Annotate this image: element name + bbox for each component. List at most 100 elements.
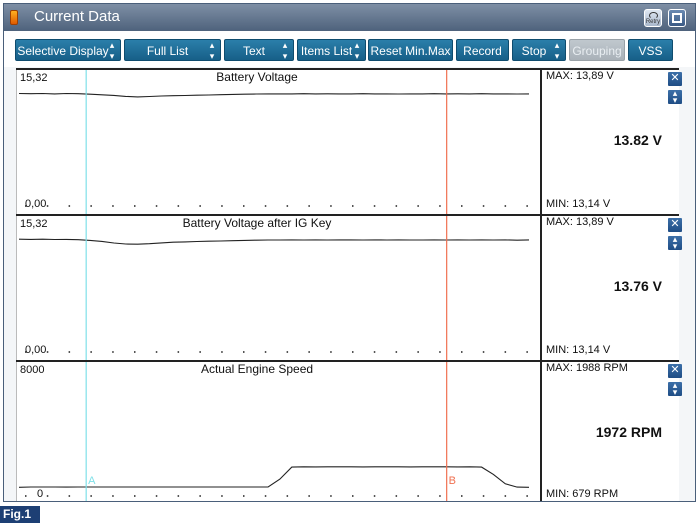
axis-tick (352, 495, 354, 497)
max-value: MAX: 13,89 V (546, 70, 614, 82)
axis-tick (352, 205, 354, 207)
refresh-icon (649, 12, 658, 19)
axis-tick (373, 205, 376, 207)
full-list-button[interactable]: Full List ▴ ▾ (124, 39, 221, 61)
axis-tick (177, 495, 180, 497)
axis-tick (286, 205, 289, 207)
axis-tick (461, 351, 463, 353)
series-name: Battery Voltage after IG Key (183, 216, 332, 230)
stats-panel: MAX: 13,89 V 13.76 V MIN: 13,14 V (540, 216, 665, 360)
axis-tick (482, 351, 485, 353)
reset-min-max-button[interactable]: Reset Min.Max (368, 39, 453, 61)
axis-tick (373, 495, 376, 497)
axis-tick (264, 351, 267, 353)
axis-tick (308, 205, 310, 207)
stats-panel: MAX: 13,89 V 13.82 V MIN: 13,14 V (540, 70, 665, 214)
y-max-label: 8000 (20, 364, 44, 376)
window-title: Current Data (34, 8, 120, 25)
axis-tick (46, 205, 49, 207)
axis-tick (46, 351, 49, 353)
move-updown-icon[interactable]: ▴ ▾ (668, 89, 682, 105)
min-value: MIN: 679 RPM (546, 488, 619, 500)
axis-tick (264, 495, 267, 497)
items-list-button[interactable]: Items List ▴ ▾ (297, 39, 366, 61)
cursor-b-label: B (449, 475, 456, 487)
record-button[interactable]: Record (456, 39, 509, 61)
axis-tick (308, 351, 310, 353)
full-list-label: Full List (146, 44, 189, 58)
stop-label: Stop (521, 44, 547, 58)
axis-tick (68, 495, 71, 497)
selective-display-label: Selective Display (17, 44, 109, 58)
axis-tick (461, 495, 463, 497)
move-updown-icon[interactable]: ▴ ▾ (668, 235, 682, 251)
text-label: Text (242, 44, 265, 58)
chart: 8000 0 Actual Engine Speed A B (16, 362, 540, 501)
text-button[interactable]: Text ▴ ▾ (224, 39, 294, 61)
y-min-label: 0 (37, 488, 43, 500)
axis-tick (177, 205, 180, 207)
y-max-label: 15,32 (20, 72, 48, 84)
stop-button[interactable]: Stop ▴ ▾ (512, 39, 566, 61)
selective-display-button[interactable]: Selective Display ▴ ▾ (15, 39, 121, 61)
updown-arrow-icon: ▴ ▾ (354, 40, 360, 61)
axis-tick (134, 205, 136, 207)
axis-tick (526, 351, 528, 353)
grouping-label: Grouping (572, 44, 622, 58)
axis-tick (25, 495, 27, 497)
axis-tick (155, 351, 158, 353)
retry-label: Retry (645, 19, 661, 25)
close-icon[interactable]: ✕ (668, 364, 682, 378)
axis-tick (526, 495, 528, 497)
y-max-label: 15,32 (20, 218, 48, 230)
grouping-button[interactable]: Grouping (569, 39, 625, 61)
axis-tick (461, 205, 463, 207)
stats-panel: MAX: 1988 RPM 1972 RPM MIN: 679 RPM (540, 362, 665, 501)
axis-tick (90, 351, 92, 353)
axis-tick (395, 495, 398, 497)
axis-tick (68, 205, 71, 207)
axis-tick (439, 205, 441, 207)
retry-button[interactable]: Retry (644, 9, 662, 27)
battery-voltage-ig-chart: 15,32 0,00 Battery Voltage after IG Key (18, 216, 530, 360)
panel-controls: ✕ ▴ ▾ (668, 218, 682, 251)
move-updown-icon[interactable]: ▴ ▾ (668, 381, 682, 397)
axis-tick (155, 495, 158, 497)
axis-tick (439, 495, 441, 497)
maximize-button[interactable] (668, 9, 686, 27)
axis-tick (504, 205, 507, 207)
battery-voltage-chart: 15,32 0,00 Battery Voltage (18, 70, 530, 214)
axis-tick (417, 351, 419, 353)
y-min-label: 0,00 (25, 198, 46, 210)
panel-controls: ✕ ▴ ▾ (668, 72, 682, 105)
data-trace (18, 238, 530, 245)
axis-tick (286, 351, 289, 353)
current-value: 13.82 V (613, 132, 662, 148)
axis-tick (482, 205, 485, 207)
axis-tick (504, 351, 507, 353)
series-name: Battery Voltage (216, 70, 298, 84)
updown-arrow-icon: ▴ ▾ (109, 40, 115, 61)
figure-label: Fig.1 (0, 506, 40, 523)
record-label: Record (463, 44, 502, 58)
graph-area: 15,32 0,00 Battery Voltage MAX: 13,89 V 13… (16, 68, 682, 501)
graph-panel-battery-voltage: 15,32 0,00 Battery Voltage MAX: 13,89 V 13… (16, 68, 682, 214)
axis-tick (112, 205, 114, 207)
axis-tick (286, 495, 289, 497)
vss-button[interactable]: VSS (628, 39, 673, 61)
current-data-window: Current Data Retry Selective Display ▴ ▾ … (3, 3, 696, 502)
cursor-a-label: A (88, 475, 96, 487)
axis-tick (417, 205, 419, 207)
axis-tick (330, 205, 332, 207)
axis-tick (90, 205, 92, 207)
vss-label: VSS (638, 44, 663, 58)
axis-tick (199, 495, 201, 497)
axis-tick (417, 495, 419, 497)
close-icon[interactable]: ✕ (668, 218, 682, 232)
axis-tick (112, 495, 114, 497)
axis-tick (243, 495, 245, 497)
axis-tick (482, 495, 485, 497)
axis-tick (221, 205, 223, 207)
panel-controls: ✕ ▴ ▾ (668, 364, 682, 397)
close-icon[interactable]: ✕ (668, 72, 682, 86)
